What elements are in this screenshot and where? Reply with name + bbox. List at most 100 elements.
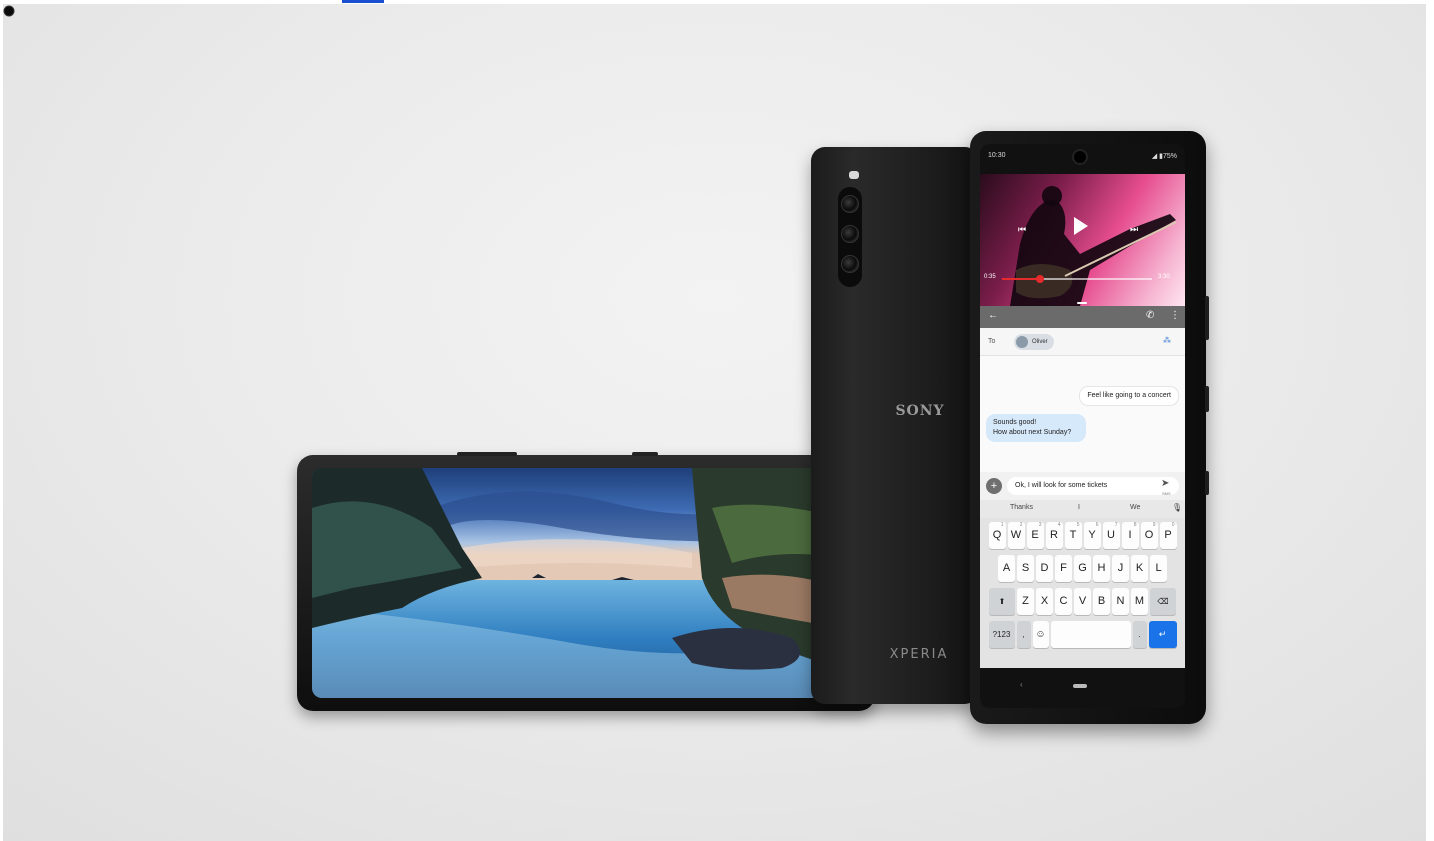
key-b[interactable]: B	[1093, 588, 1110, 615]
key-g[interactable]: G	[1074, 555, 1091, 582]
key-hint: 2	[1019, 522, 1023, 528]
key-label: M	[1134, 595, 1145, 607]
key-d[interactable]: D	[1036, 555, 1053, 582]
keyboard-row-4: ?123 , ☺ . ↵	[980, 621, 1185, 648]
key-label: C	[1059, 595, 1068, 607]
emoji-icon[interactable]: ☺	[1032, 621, 1049, 648]
shift-key-icon[interactable]: ⬆	[989, 588, 1015, 615]
key-k[interactable]: K	[1131, 555, 1148, 582]
phone-call-icon[interactable]: ✆	[1146, 310, 1154, 321]
key-j[interactable]: J	[1112, 555, 1129, 582]
front-camera-notch	[1072, 149, 1088, 165]
key-label: V	[1078, 595, 1087, 607]
conversation-thread: Feel like going to a concert Sounds good…	[980, 356, 1185, 472]
key-v[interactable]: V	[1074, 588, 1091, 615]
suggestion-item[interactable]: We	[1130, 504, 1140, 511]
message-input[interactable]: Ok, I will look for some tickets	[1007, 477, 1179, 495]
key-label: H	[1097, 562, 1106, 574]
back-arrow-icon[interactable]: ←	[988, 310, 998, 321]
comma-key[interactable]: ,	[1016, 621, 1031, 648]
key-o[interactable]: O9	[1140, 522, 1158, 549]
video-progress-knob[interactable]	[1035, 275, 1044, 283]
symbols-key[interactable]: ?123	[988, 621, 1015, 648]
key-label: I	[1128, 529, 1132, 541]
add-people-icon[interactable]: ⁂	[1163, 336, 1171, 345]
period-key[interactable]: .	[1132, 621, 1147, 648]
key-f[interactable]: F	[1055, 555, 1072, 582]
key-t[interactable]: T5	[1064, 522, 1082, 549]
avatar	[1016, 336, 1028, 348]
key-label: W	[1010, 529, 1022, 541]
key-label: Y	[1088, 529, 1096, 541]
phone-screen: 10:30 ◢ ▮75% ⏮ ⏭ 0:35 3:30 ← ✆ ⋮ To Oliv…	[980, 144, 1185, 708]
power-button	[632, 452, 658, 456]
key-hint: 3	[1038, 522, 1042, 528]
suggestion-item[interactable]: Thanks	[1010, 504, 1033, 511]
play-icon[interactable]	[1074, 217, 1088, 235]
status-time: 10:30	[988, 152, 1006, 159]
front-camera-hole	[3, 4, 1426, 22]
send-sms-label: SMS	[1162, 491, 1171, 496]
key-label: G	[1078, 562, 1087, 574]
key-label: U	[1107, 529, 1115, 541]
mic-icon[interactable]: 🎙	[1172, 503, 1182, 512]
key-i[interactable]: I8	[1121, 522, 1139, 549]
landscape-screen	[312, 468, 842, 698]
recipient-chip[interactable]: Oliver	[1014, 334, 1054, 350]
incoming-message: Sounds good! How about next Sunday?	[986, 414, 1086, 442]
space-key[interactable]	[1050, 621, 1131, 648]
attach-plus-icon[interactable]: +	[986, 478, 1002, 494]
video-progress-fill	[1002, 278, 1040, 280]
split-handle[interactable]	[1077, 302, 1087, 304]
nav-home-icon[interactable]	[1073, 684, 1087, 688]
enter-key-icon[interactable]: ↵	[1148, 621, 1177, 648]
key-label: A	[1002, 562, 1011, 574]
key-n[interactable]: N	[1112, 588, 1129, 615]
key-label: X	[1040, 595, 1049, 607]
key-z[interactable]: Z	[1017, 588, 1034, 615]
camera-lens-icon	[841, 225, 859, 243]
skip-forward-icon[interactable]: ⏭	[1130, 224, 1138, 235]
video-progress-bar[interactable]	[1002, 275, 1152, 283]
key-c[interactable]: C	[1055, 588, 1072, 615]
key-e[interactable]: E3	[1026, 522, 1044, 549]
key-w[interactable]: W2	[1007, 522, 1025, 549]
key-hint: 0	[1171, 522, 1175, 528]
key-label: O	[1144, 529, 1154, 541]
top-link[interactable]	[342, 0, 384, 3]
key-label: R	[1050, 529, 1058, 541]
key-x[interactable]: X	[1036, 588, 1053, 615]
send-icon[interactable]: ➤	[1161, 478, 1169, 489]
keyboard-row-1: Q1W2E3R4T5Y6U7I8O9P0	[980, 522, 1185, 549]
key-label: B	[1097, 595, 1106, 607]
key-u[interactable]: U7	[1102, 522, 1120, 549]
backspace-key-icon[interactable]: ⌫	[1150, 588, 1176, 615]
key-a[interactable]: A	[998, 555, 1015, 582]
key-hint: 7	[1114, 522, 1118, 528]
key-label: L	[1155, 562, 1162, 574]
key-p[interactable]: P0	[1159, 522, 1177, 549]
volume-button	[457, 452, 517, 456]
video-time-end: 3:30	[1158, 274, 1170, 280]
skip-back-icon[interactable]: ⏮	[1018, 224, 1026, 235]
seascape-wallpaper	[312, 468, 842, 698]
key-hint: 4	[1057, 522, 1061, 528]
key-label: N	[1116, 595, 1125, 607]
key-y[interactable]: Y6	[1083, 522, 1101, 549]
nav-back-icon[interactable]: ‹	[1020, 680, 1023, 689]
product-image: SONY XPERIA 10:30 ◢ ▮75% ⏮ ⏭ 0:35 3:30 ←…	[3, 4, 1426, 841]
keyboard-row-2: ASDFGHJKL	[980, 555, 1185, 582]
video-time-start: 0:35	[984, 274, 996, 280]
key-label: E	[1031, 529, 1039, 541]
suggestion-item[interactable]: I	[1078, 504, 1080, 511]
keyboard-row-3: ⬆ Z X C V B N M ⌫	[980, 588, 1185, 615]
key-m[interactable]: M	[1131, 588, 1148, 615]
key-s[interactable]: S	[1017, 555, 1034, 582]
key-l[interactable]: L	[1150, 555, 1167, 582]
recipient-row: To Oliver ⁂	[980, 328, 1185, 356]
key-h[interactable]: H	[1093, 555, 1110, 582]
key-q[interactable]: Q1	[988, 522, 1006, 549]
more-vert-icon[interactable]: ⋮	[1170, 310, 1180, 321]
key-label: D	[1040, 562, 1049, 574]
key-r[interactable]: R4	[1045, 522, 1063, 549]
